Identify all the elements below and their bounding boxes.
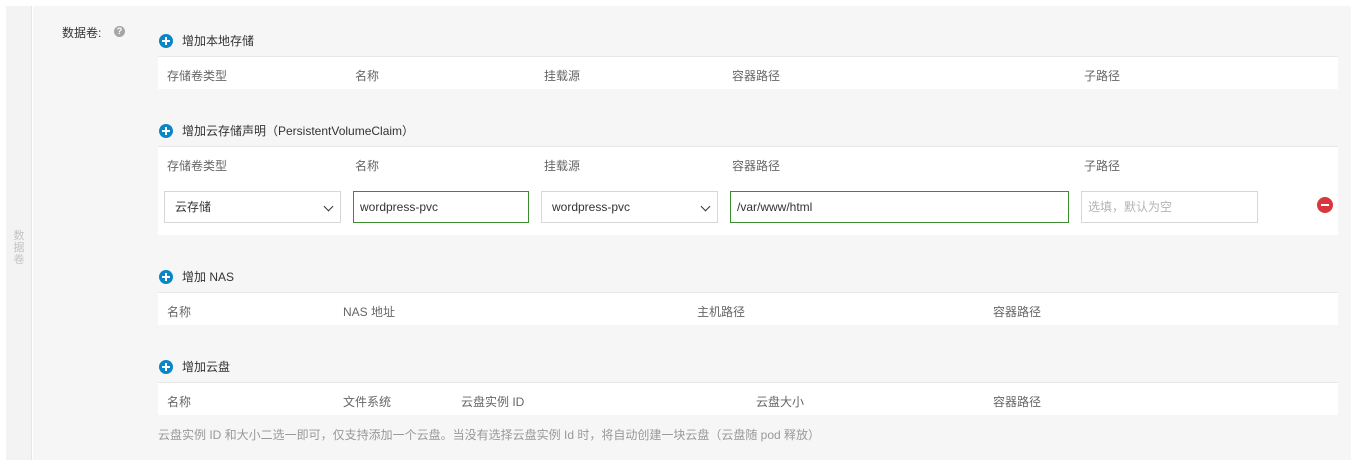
add-cloud-disk-button[interactable]: 增加云盘 bbox=[159, 358, 230, 375]
minus-circle-icon[interactable] bbox=[1317, 197, 1333, 213]
plus-circle-icon bbox=[159, 269, 173, 284]
mount-source-select[interactable]: wordpress-pvc bbox=[541, 191, 718, 223]
column-header: 名称 bbox=[355, 69, 380, 83]
plus-circle-icon bbox=[159, 123, 173, 138]
column-header: 文件系统 bbox=[343, 395, 392, 409]
container-path-input[interactable]: /var/www/html bbox=[730, 191, 1069, 223]
column-header: 挂载源 bbox=[544, 69, 581, 83]
nas-table-header: 名称 NAS 地址 主机路径 容器路径 bbox=[158, 292, 1338, 325]
mount-source-value: wordpress-pvc bbox=[552, 200, 631, 214]
volume-type-select[interactable]: 云存储 bbox=[164, 191, 341, 223]
cloud-disk-table-header: 名称 文件系统 云盘实例 ID 云盘大小 容器路径 bbox=[158, 382, 1338, 415]
add-nas-button[interactable]: 增加 NAS bbox=[159, 268, 234, 285]
column-header: NAS 地址 bbox=[343, 305, 396, 319]
add-pvc-button[interactable]: 增加云存储声明（PersistentVolumeClaim） bbox=[159, 122, 414, 139]
add-cloud-disk-label: 增加云盘 bbox=[182, 360, 231, 374]
add-pvc-label: 增加云存储声明（PersistentVolumeClaim） bbox=[182, 124, 415, 138]
column-header: 容器路径 bbox=[993, 305, 1042, 319]
pvc-table-header: 存储卷类型 名称 挂载源 容器路径 子路径 bbox=[158, 146, 1338, 179]
volume-type-value: 云存储 bbox=[175, 200, 212, 214]
column-header: 名称 bbox=[167, 305, 192, 319]
column-header: 存储卷类型 bbox=[167, 69, 228, 83]
local-storage-table-header: 存储卷类型 名称 挂载源 容器路径 子路径 bbox=[158, 56, 1338, 89]
column-header: 主机路径 bbox=[697, 305, 746, 319]
column-header: 容器路径 bbox=[732, 69, 781, 83]
column-header: 挂载源 bbox=[544, 159, 581, 173]
column-header: 存储卷类型 bbox=[167, 159, 228, 173]
plus-circle-icon bbox=[159, 359, 173, 374]
plus-circle-icon bbox=[159, 33, 173, 48]
column-header: 子路径 bbox=[1084, 69, 1121, 83]
column-header: 容器路径 bbox=[993, 395, 1042, 409]
column-header: 名称 bbox=[355, 159, 380, 173]
subpath-input[interactable]: 选填，默认为空 bbox=[1081, 191, 1258, 223]
chevron-down-icon bbox=[700, 201, 711, 212]
chevron-down-icon bbox=[323, 201, 334, 212]
cloud-disk-footnote: 云盘实例 ID 和大小二选一即可，仅支持添加一个云盘。当没有选择云盘实例 Id … bbox=[158, 428, 821, 442]
column-header: 名称 bbox=[167, 395, 192, 409]
add-local-storage-button[interactable]: 增加本地存储 bbox=[159, 32, 254, 49]
field-label: 数据卷: bbox=[62, 26, 102, 40]
side-label: 数据卷 bbox=[13, 230, 25, 266]
pvc-name-input[interactable]: wordpress-pvc bbox=[353, 191, 529, 223]
column-header: 云盘实例 ID bbox=[461, 395, 525, 409]
column-header: 云盘大小 bbox=[756, 395, 805, 409]
add-nas-label: 增加 NAS bbox=[182, 270, 235, 284]
column-header: 子路径 bbox=[1084, 159, 1121, 173]
add-local-storage-label: 增加本地存储 bbox=[182, 34, 255, 48]
column-header: 容器路径 bbox=[732, 159, 781, 173]
question-icon[interactable]: ? bbox=[114, 26, 125, 37]
